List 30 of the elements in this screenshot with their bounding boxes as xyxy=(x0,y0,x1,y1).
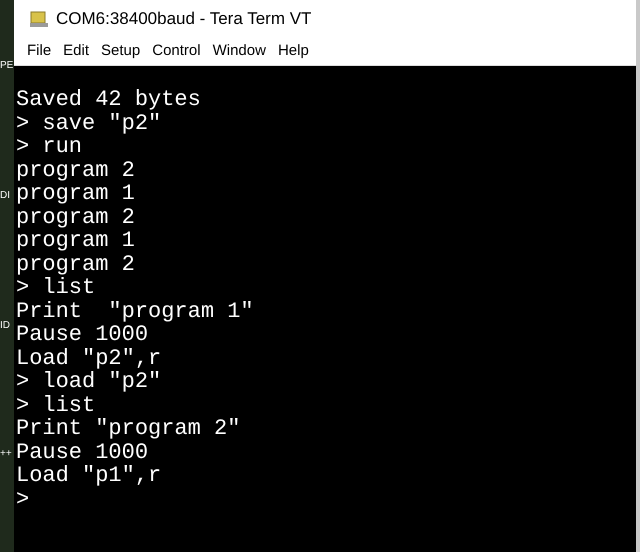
terminal-line: program 2 xyxy=(16,206,136,229)
terminal-line: program 2 xyxy=(16,158,136,182)
terminal-line: Print "program 1" xyxy=(16,300,255,323)
desktop-icon-label: DI xyxy=(0,190,11,202)
terminal-line: > list xyxy=(16,394,96,417)
terminal-line: Pause 1000 xyxy=(16,323,150,346)
terminal-line: > run xyxy=(16,135,84,158)
menu-item[interactable]: Window xyxy=(208,40,270,63)
terminal-line: > xyxy=(16,488,30,511)
menu-item[interactable]: Setup xyxy=(97,40,144,63)
desktop-icon-label: PE xyxy=(0,60,14,72)
desktop-icon-label: ID xyxy=(0,320,11,332)
terminal-line: Saved 42 bytes xyxy=(16,88,202,112)
desktop-icon-label: ++ xyxy=(0,448,13,460)
terminal-line: program 2 xyxy=(16,252,136,276)
menu-item[interactable]: Control xyxy=(148,40,205,63)
terminal-line: > load "p2" xyxy=(16,370,162,394)
terminal-line: > save "p2" xyxy=(16,112,162,135)
terminal-line: Load "p2",r xyxy=(16,346,162,370)
window-title: COM6:38400baud - Tera Term VT xyxy=(56,8,312,30)
terminal-line: > list xyxy=(16,276,96,300)
terminal-line: Print "program 2" xyxy=(16,417,242,440)
terminal-app-icon xyxy=(30,11,48,27)
menu-item[interactable]: File xyxy=(23,40,56,63)
menu-item[interactable]: Help xyxy=(274,40,313,63)
terminal-line: program 1 xyxy=(16,182,136,206)
terminal-line: program 1 xyxy=(16,229,136,252)
menu-item[interactable]: Edit xyxy=(59,40,94,63)
terminal-line: Load "p1",r xyxy=(16,464,162,488)
terminal-line: Pause 1000 xyxy=(16,440,150,464)
